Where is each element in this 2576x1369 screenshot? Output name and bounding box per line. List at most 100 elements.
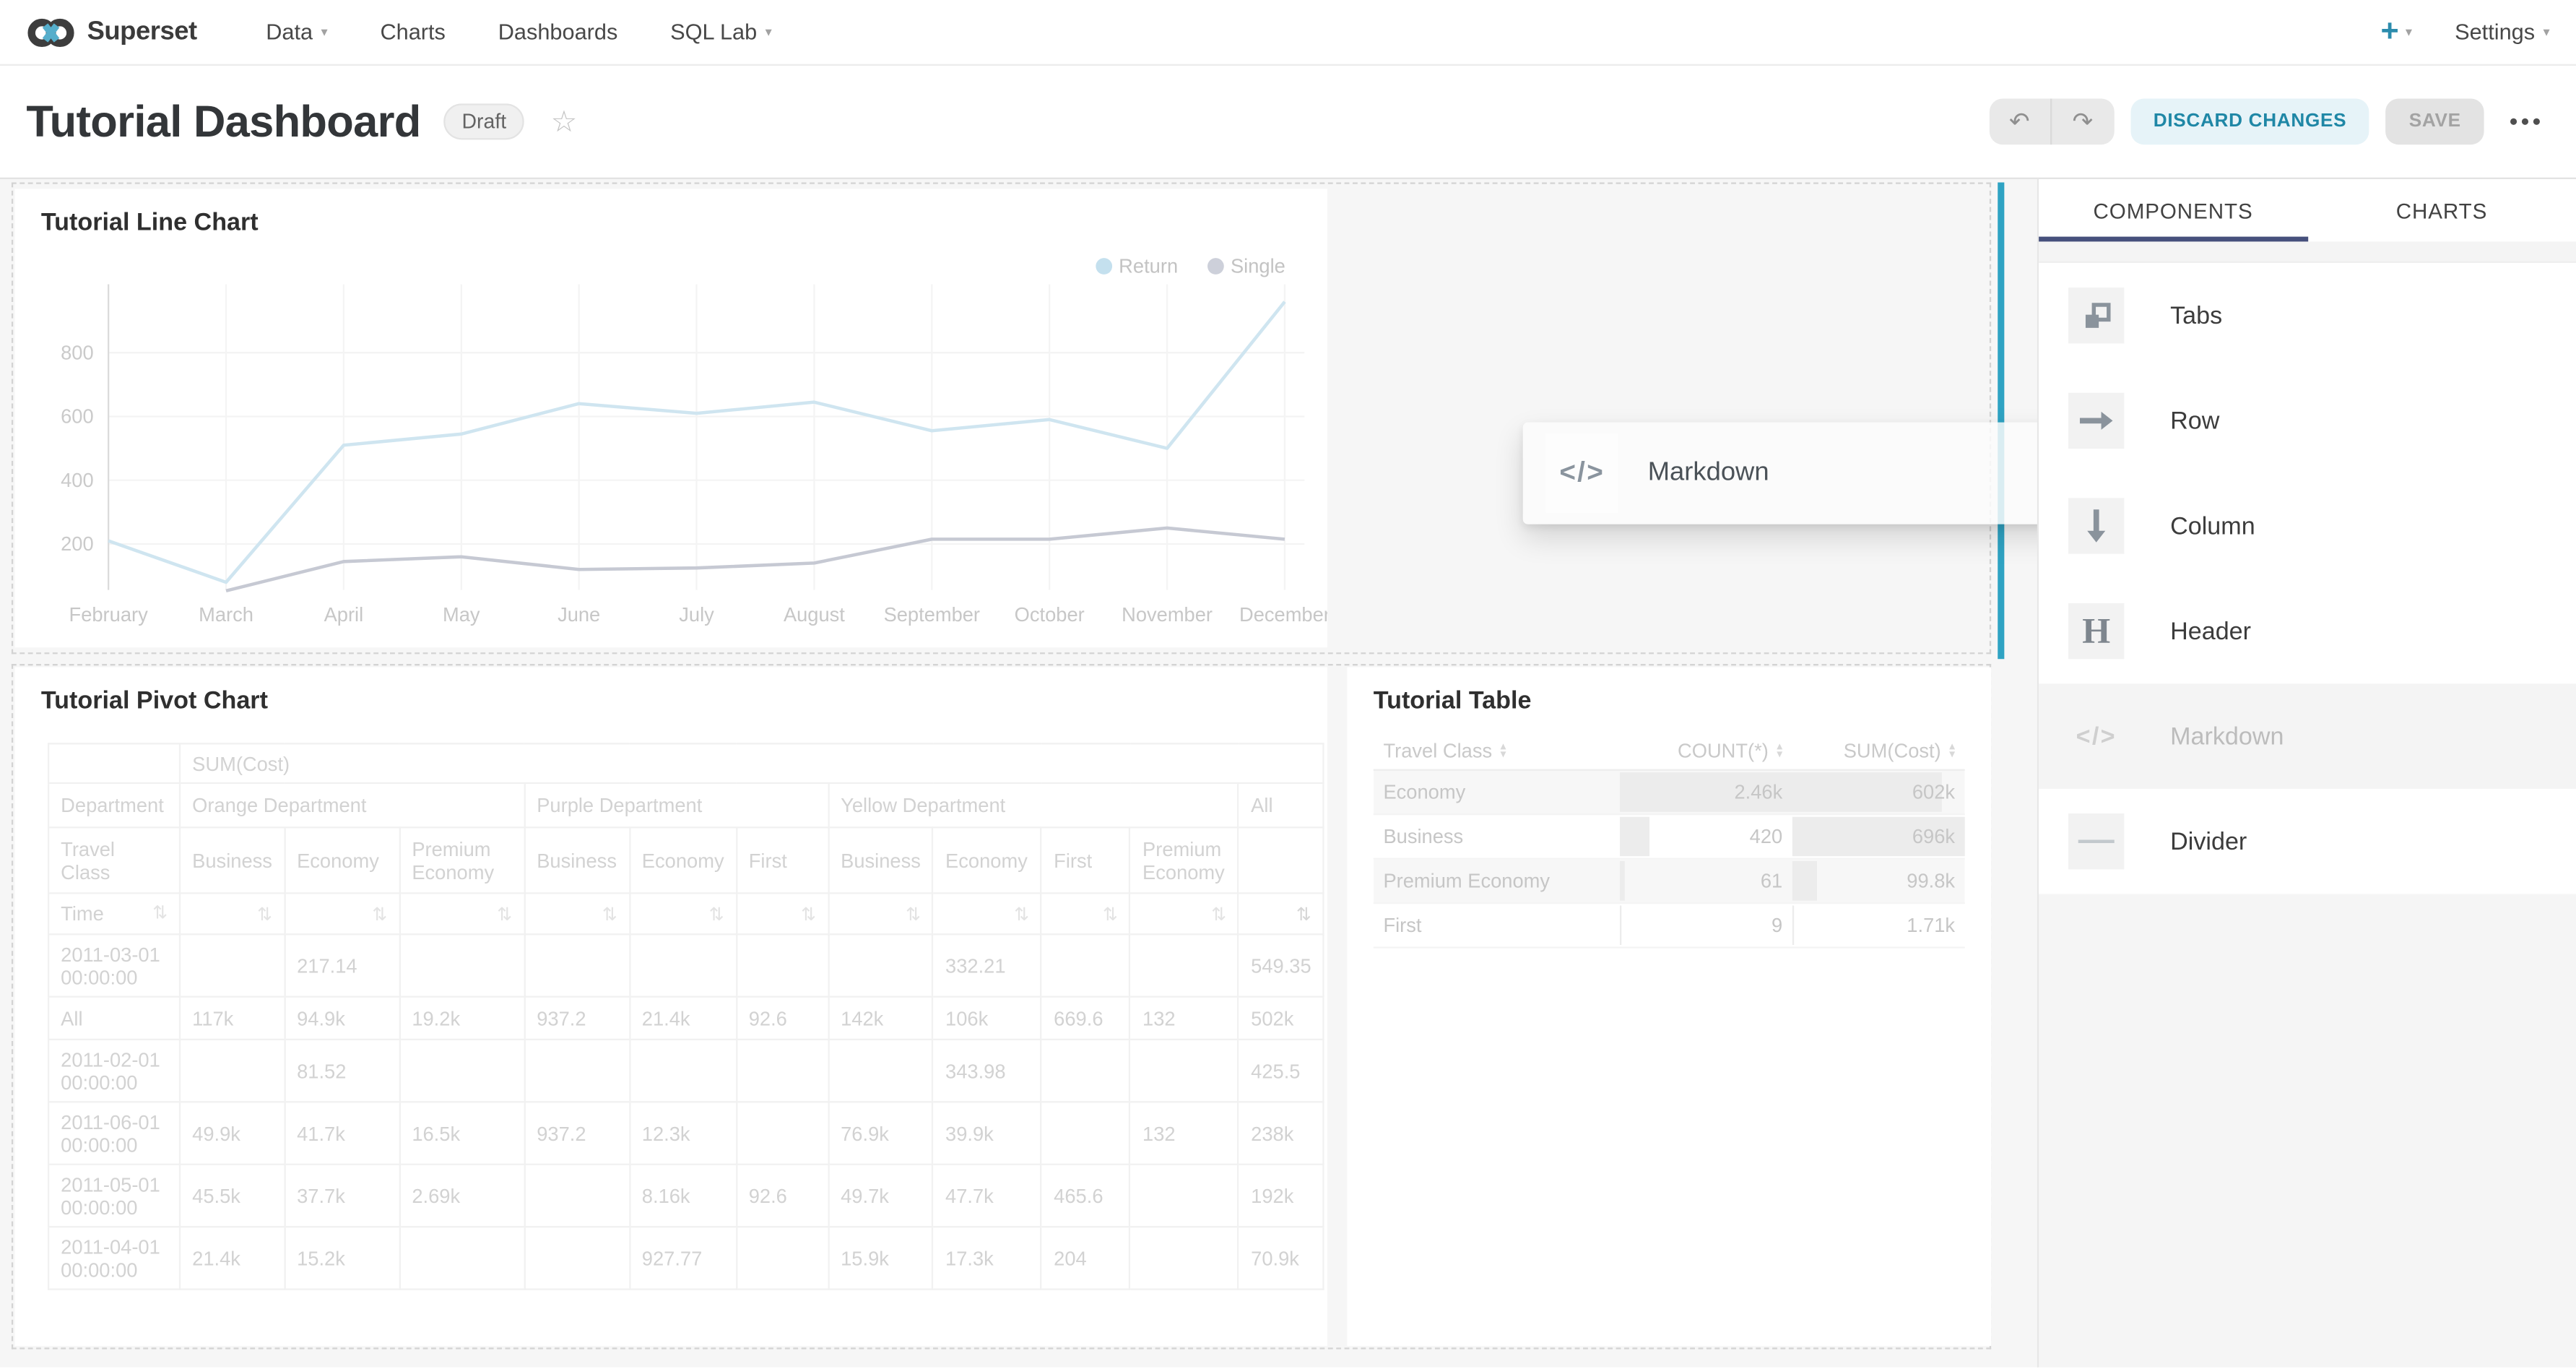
redo-button[interactable]: ↷ xyxy=(2052,98,2114,144)
column-header[interactable]: SUM(Cost)▴▾ xyxy=(1803,740,1956,763)
tabs-icon xyxy=(2068,288,2124,343)
dashboard-canvas: Tutorial Line Chart Return Single 200 400 6… xyxy=(0,179,2037,1368)
chevron-down-icon: ▾ xyxy=(2543,25,2549,39)
column-header[interactable]: Travel Class▴▾ xyxy=(1383,740,1610,763)
pivot-row: 2011-06-01 00:00:0049.9k41.7k16.5k937.21… xyxy=(48,1102,1324,1164)
settings-label: Settings xyxy=(2455,20,2535,44)
superset-dashboard-edit-page: Superset Data▾ChartsDashboardsSQL Lab▾ +… xyxy=(0,0,2576,1369)
chart-legend: Return Single xyxy=(1096,255,1285,278)
svg-text:200: 200 xyxy=(61,532,94,555)
legend-item-single[interactable]: Single xyxy=(1207,255,1285,278)
tab-charts[interactable]: CHARTS xyxy=(2307,179,2576,241)
top-navbar: Superset Data▾ChartsDashboardsSQL Lab▾ +… xyxy=(0,0,2576,66)
navbar-right: + ▾ Settings ▾ xyxy=(2380,17,2549,48)
markdown-icon: </> xyxy=(1546,434,1618,513)
svg-text:December: December xyxy=(1239,603,1327,626)
table-row: First91.71k xyxy=(1374,903,1965,947)
save-button[interactable]: SAVE xyxy=(2386,98,2484,144)
nav-item-label: Dashboards xyxy=(498,20,618,44)
column-header[interactable]: COUNT(*)▴▾ xyxy=(1630,740,1783,763)
row-icon xyxy=(2068,393,2124,449)
sidebar-item-label: Markdown xyxy=(2170,722,2284,751)
nav-menus: Data▾ Charts Dashboards SQL Lab ▾ xyxy=(240,0,798,65)
undo-button[interactable]: ↶ xyxy=(1989,98,2051,144)
sidebar-item-markdown[interactable]: </> Markdown xyxy=(2039,683,2576,789)
discard-changes-button[interactable]: DISCARD CHANGES xyxy=(2130,98,2369,144)
sidebar-item-divider[interactable]: Divider xyxy=(2039,789,2576,894)
status-badge: Draft xyxy=(443,103,524,139)
favorite-star-icon[interactable]: ☆ xyxy=(551,104,578,139)
more-options-button[interactable] xyxy=(2500,118,2549,125)
header-icon: H xyxy=(2068,603,2124,659)
pivot-chart-card[interactable]: Tutorial Pivot Chart SUM(Cost)Department… xyxy=(14,668,1327,1347)
legend-label: Return xyxy=(1119,255,1178,278)
legend-label: Single xyxy=(1231,255,1285,278)
svg-text:August: August xyxy=(784,603,845,626)
legend-item-return[interactable]: Return xyxy=(1096,255,1178,278)
svg-text:July: July xyxy=(679,603,714,626)
svg-text:March: March xyxy=(199,603,253,626)
dragged-component-label: Markdown xyxy=(1648,459,1769,488)
superset-logo[interactable]: Superset xyxy=(26,14,196,50)
redo-icon: ↷ xyxy=(2073,107,2094,137)
dashboard-row-2[interactable]: Tutorial Pivot Chart SUM(Cost)Department… xyxy=(12,664,1991,1349)
divider-icon xyxy=(2068,813,2124,869)
svg-text:400: 400 xyxy=(61,469,94,491)
superset-infinity-icon xyxy=(26,14,75,50)
nav-item-charts[interactable]: Charts xyxy=(354,0,472,65)
nav-item-label: SQL Lab xyxy=(670,20,757,44)
svg-text:800: 800 xyxy=(61,341,94,363)
legend-dot-icon xyxy=(1207,258,1224,275)
pivot-row: 2011-04-01 00:00:0021.4k15.2k927.7715.9k… xyxy=(48,1227,1324,1289)
header-actions: ↶ ↷ DISCARD CHANGES SAVE xyxy=(1989,98,2549,144)
sidebar-item-label: Column xyxy=(2170,512,2255,540)
pivot-row: 2011-05-01 00:00:0045.5k37.7k2.69k8.16k9… xyxy=(48,1165,1324,1227)
add-new-button[interactable]: + ▾ xyxy=(2380,17,2412,48)
pivot-row: 2011-03-01 00:00:00217.14332.21549.35 xyxy=(48,934,1324,996)
sidebar-item-header[interactable]: HHeader xyxy=(2039,579,2576,684)
brand-name: Superset xyxy=(87,17,197,47)
chart-title: Tutorial Line Chart xyxy=(41,209,259,237)
undo-icon: ↶ xyxy=(2009,107,2030,137)
page-title[interactable]: Tutorial Dashboard xyxy=(26,96,420,147)
plus-icon: + xyxy=(2380,17,2398,48)
undo-redo-group: ↶ ↷ xyxy=(1989,98,2114,144)
nav-item-data[interactable]: Data▾ xyxy=(240,0,354,65)
sidebar-item-row[interactable]: Row xyxy=(2039,368,2576,474)
settings-menu[interactable]: Settings ▾ xyxy=(2455,20,2549,44)
nav-item-sql-lab[interactable]: SQL Lab ▾ xyxy=(644,0,798,65)
dragged-markdown-component[interactable]: </> Markdown xyxy=(1523,423,2037,524)
sidebar-tabs: COMPONENTSCHARTS xyxy=(2039,179,2576,241)
svg-text:June: June xyxy=(558,603,600,626)
tab-components[interactable]: COMPONENTS xyxy=(2039,179,2307,241)
sidebar-item-label: Tabs xyxy=(2170,301,2222,329)
chevron-down-icon: ▾ xyxy=(766,25,772,39)
line-chart-card[interactable]: Tutorial Line Chart Return Single 200 400 6… xyxy=(14,189,1327,648)
nav-item-label: Data xyxy=(266,20,313,44)
dashboard-row-1[interactable]: Tutorial Line Chart Return Single 200 400 6… xyxy=(12,183,1991,655)
builder-sidebar: COMPONENTSCHARTS TabsRowColumnHHeader</>… xyxy=(2037,179,2576,1368)
sidebar-divider-strip xyxy=(2039,241,2576,263)
table-row: Premium Economy6199.8k xyxy=(1374,859,1965,903)
table-chart-card[interactable]: Tutorial Table Travel Class▴▾ COUNT(*)▴▾ S… xyxy=(1347,668,1991,1347)
svg-text:September: September xyxy=(884,603,980,626)
nav-item-dashboards[interactable]: Dashboards xyxy=(472,0,643,65)
chart-title: Tutorial Table xyxy=(1374,687,1532,715)
markdown-icon: </> xyxy=(2068,708,2124,764)
pivot-table: SUM(Cost)DepartmentOrange DepartmentPurp… xyxy=(48,743,1324,1290)
sidebar-item-tabs[interactable]: Tabs xyxy=(2039,263,2576,368)
sidebar-item-label: Divider xyxy=(2170,827,2247,855)
svg-text:May: May xyxy=(443,603,480,626)
svg-text:October: October xyxy=(1015,603,1085,626)
svg-text:600: 600 xyxy=(61,405,94,428)
legend-dot-icon xyxy=(1096,258,1112,275)
dashboard-header: Tutorial Dashboard Draft ☆ ↶ ↷ DISCARD C… xyxy=(0,66,2576,179)
sidebar-item-column[interactable]: Column xyxy=(2039,473,2576,579)
drop-indicator-line xyxy=(1998,183,2004,660)
svg-text:November: November xyxy=(1122,603,1213,626)
table-row: Business420696k xyxy=(1374,814,1965,858)
chart-title: Tutorial Pivot Chart xyxy=(41,687,268,715)
sidebar-item-label: Row xyxy=(2170,407,2219,435)
svg-text:April: April xyxy=(324,603,364,626)
nav-item-label: Charts xyxy=(380,20,445,44)
